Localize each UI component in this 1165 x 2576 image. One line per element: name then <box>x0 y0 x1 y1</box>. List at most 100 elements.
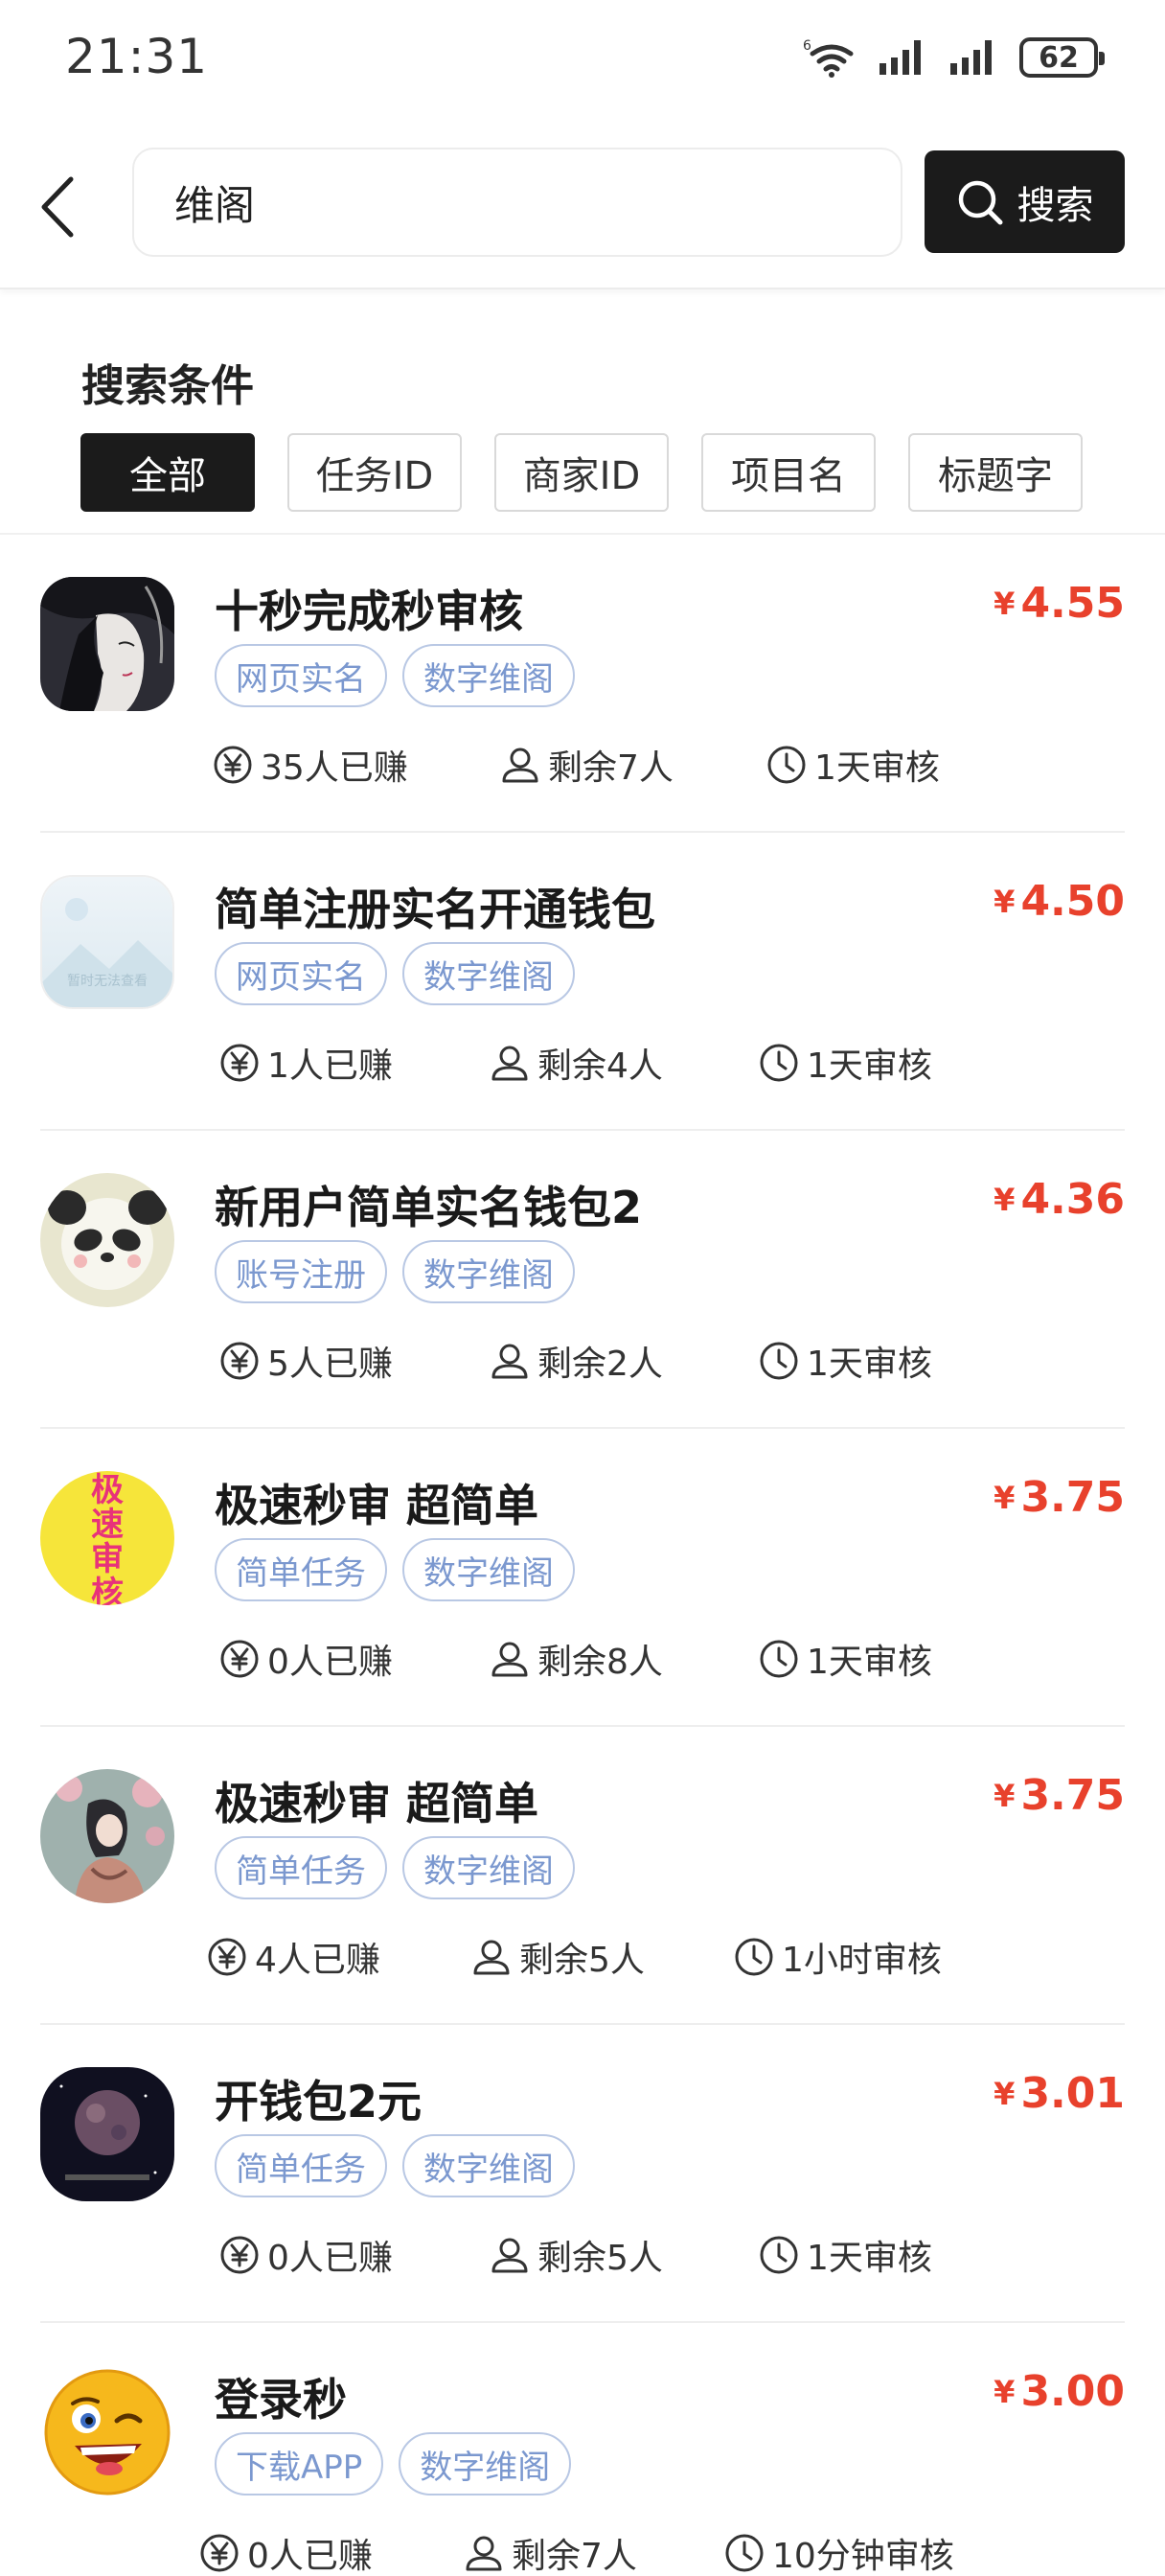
remaining-count: 剩余2人 <box>537 1345 663 1384</box>
task-price: ¥4.36 <box>994 1175 1125 1224</box>
task-meta: 4人已赚 剩余5人 1小时审核 <box>0 1932 1165 1984</box>
signal-icon-2 <box>950 40 992 75</box>
price-value: 3.75 <box>1020 1473 1125 1522</box>
task-meta: 5人已赚 剩余2人 1天审核 <box>0 1336 1165 1388</box>
task-tag: 网页实名 <box>215 942 387 1005</box>
task-item[interactable]: 极速审核 极速秒审 超简单 ¥3.75 简单任务 数字维阁 0人已赚 剩余8人 … <box>0 1429 1165 1727</box>
yuan-coin-icon <box>220 1640 259 1678</box>
review-stat: 1小时审核 <box>734 1932 942 1982</box>
chevron-left-icon <box>41 176 74 238</box>
currency-symbol: ¥ <box>994 1182 1016 1218</box>
task-tags: 网页实名 数字维阁 <box>215 644 575 707</box>
earned-count: 1人已赚 <box>267 1046 393 1086</box>
task-title: 极速秒审 超简单 <box>215 1480 539 1531</box>
task-meta: 0人已赚 剩余5人 1天审核 <box>0 2230 1165 2282</box>
review-time: 1天审核 <box>807 2239 932 2278</box>
review-stat: 10分钟审核 <box>724 2528 954 2576</box>
clock-icon <box>760 1044 798 1082</box>
task-tag: 简单任务 <box>215 1538 387 1601</box>
status-icons: 6 62 <box>803 36 1105 79</box>
remaining-stat: 剩余8人 <box>490 1634 663 1684</box>
clock-icon <box>767 746 806 784</box>
remaining-stat: 剩余4人 <box>490 1038 663 1088</box>
task-price: ¥3.75 <box>994 1771 1125 1820</box>
task-meta: 35人已赚 剩余7人 1天审核 <box>0 740 1165 792</box>
user-icon <box>502 748 538 783</box>
user-icon <box>491 1642 528 1677</box>
task-tags: 简单任务 数字维阁 <box>215 1836 575 1899</box>
task-item[interactable]: 开钱包2元 ¥3.01 简单任务 数字维阁 0人已赚 剩余5人 1天审核 <box>0 2025 1165 2323</box>
price-value: 4.55 <box>1020 579 1125 628</box>
remaining-stat: 剩余7人 <box>464 2528 637 2576</box>
task-title: 新用户简单实名钱包2 <box>215 1182 643 1233</box>
review-time: 1小时审核 <box>782 1941 942 1980</box>
task-title: 开钱包2元 <box>215 2076 423 2128</box>
user-icon <box>491 2238 528 2273</box>
price-value: 4.36 <box>1020 1175 1125 1224</box>
yuan-coin-icon <box>220 1342 259 1380</box>
filter-chip-task-id[interactable]: 任务ID <box>287 433 462 512</box>
task-avatar: 极速审核 <box>40 1471 174 1605</box>
task-meta: 0人已赚 剩余8人 1天审核 <box>0 1634 1165 1686</box>
task-tag: 数字维阁 <box>399 2432 572 2496</box>
task-meta: 0人已赚 剩余7人 10分钟审核 <box>0 2528 1165 2576</box>
yuan-coin-icon <box>220 1044 259 1082</box>
earned-count: 5人已赚 <box>267 1345 393 1384</box>
task-item[interactable]: 新用户简单实名钱包2 ¥4.36 账号注册 数字维阁 5人已赚 剩余2人 1天审… <box>0 1131 1165 1429</box>
review-stat: 1天审核 <box>759 2230 932 2280</box>
task-tag: 简单任务 <box>215 1836 387 1899</box>
filter-chip-title-keyword[interactable]: 标题字 <box>908 433 1083 512</box>
review-stat: 1天审核 <box>759 1336 932 1386</box>
remaining-count: 剩余7人 <box>548 748 674 788</box>
remaining-count: 剩余5人 <box>519 1941 645 1980</box>
task-price: ¥4.50 <box>994 877 1125 926</box>
task-meta: 1人已赚 剩余4人 1天审核 <box>0 1038 1165 1090</box>
user-icon <box>491 1046 528 1081</box>
task-tags: 简单任务 数字维阁 <box>215 1538 575 1601</box>
currency-symbol: ¥ <box>994 2076 1016 2112</box>
task-title: 十秒完成秒审核 <box>215 586 523 637</box>
filter-chip-project-name[interactable]: 项目名 <box>701 433 876 512</box>
clock-icon <box>760 1342 798 1380</box>
earned-stat: 5人已赚 <box>219 1336 393 1386</box>
task-tags: 简单任务 数字维阁 <box>215 2134 575 2197</box>
task-avatar <box>40 1173 174 1307</box>
filter-chips: 全部 任务ID 商家ID 项目名 标题字 <box>80 433 1083 512</box>
task-tag: 数字维阁 <box>402 1240 575 1303</box>
remaining-stat: 剩余5人 <box>471 1932 645 1982</box>
task-title: 简单注册实名开通钱包 <box>215 884 655 935</box>
svg-text:6: 6 <box>803 38 811 54</box>
review-stat: 1天审核 <box>759 1634 932 1684</box>
status-bar: 21:31 6 62 <box>0 0 1165 125</box>
review-time: 1天审核 <box>814 748 940 788</box>
task-price: ¥3.00 <box>994 2367 1125 2416</box>
task-item[interactable]: 十秒完成秒审核 ¥4.55 网页实名 数字维阁 35人已赚 剩余7人 1天审核 <box>0 535 1165 833</box>
filter-chip-merchant-id[interactable]: 商家ID <box>494 433 669 512</box>
task-tags: 账号注册 数字维阁 <box>215 1240 575 1303</box>
task-tag: 数字维阁 <box>402 2134 575 2197</box>
task-tags: 网页实名 数字维阁 <box>215 942 575 1005</box>
search-icon <box>958 180 1002 224</box>
clock-icon <box>735 1938 773 1976</box>
filter-chip-all[interactable]: 全部 <box>80 433 255 512</box>
task-tag: 数字维阁 <box>402 644 575 707</box>
user-icon <box>466 2536 502 2571</box>
search-input[interactable]: 维阁 <box>132 148 902 257</box>
task-item[interactable]: 极速秒审 超简单 ¥3.75 简单任务 数字维阁 4人已赚 剩余5人 1小时审核 <box>0 1727 1165 2025</box>
remaining-count: 剩余7人 <box>512 2537 637 2576</box>
clock-icon <box>760 2236 798 2274</box>
back-button[interactable] <box>29 169 86 245</box>
clock-icon <box>725 2534 764 2572</box>
currency-symbol: ¥ <box>994 2374 1016 2410</box>
currency-symbol: ¥ <box>994 884 1016 920</box>
currency-symbol: ¥ <box>994 1778 1016 1814</box>
task-tags: 下载APP 数字维阁 <box>215 2432 572 2496</box>
review-time: 1天审核 <box>807 1345 932 1384</box>
earned-count: 4人已赚 <box>255 1941 380 1980</box>
task-item[interactable]: 暂时无法查看 简单注册实名开通钱包 ¥4.50 网页实名 数字维阁 1人已赚 剩… <box>0 833 1165 1131</box>
task-item[interactable]: 登录秒 ¥3.00 下载APP 数字维阁 0人已赚 剩余7人 10分钟审核 <box>0 2323 1165 2576</box>
remaining-count: 剩余4人 <box>537 1046 663 1086</box>
search-button[interactable]: 搜索 <box>925 150 1125 253</box>
remaining-count: 剩余5人 <box>537 2239 663 2278</box>
review-stat: 1天审核 <box>766 740 940 790</box>
